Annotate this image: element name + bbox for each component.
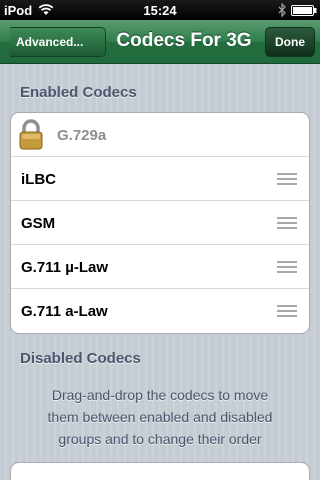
status-bar: iPod 15:24 — [0, 0, 320, 20]
status-time: 15:24 — [143, 3, 177, 18]
help-line: groups and to change their order — [58, 431, 262, 447]
codec-row-g729a: G.729a — [11, 113, 309, 157]
back-button[interactable]: Advanced... — [10, 27, 106, 57]
codec-row-g711-mulaw[interactable]: G.711 µ-Law — [11, 245, 309, 289]
codec-label: G.711 a-Law — [21, 303, 108, 320]
lock-icon — [19, 119, 43, 150]
page-title: Codecs For 3G — [116, 30, 252, 51]
help-text: Drag-and-drop the codecs to move them be… — [14, 384, 306, 450]
reorder-handle-icon[interactable] — [277, 305, 297, 318]
enabled-codecs-header: Enabled Codecs — [20, 84, 137, 101]
reorder-handle-icon[interactable] — [277, 217, 297, 230]
enabled-codecs-list: G.729a iLBC GSM G.711 µ-Law G.711 a-Law — [10, 112, 310, 334]
help-line: them between enabled and disabled — [47, 409, 273, 425]
codec-label: G.711 µ-Law — [21, 259, 109, 276]
codec-label: iLBC — [21, 171, 56, 188]
codec-row-gsm[interactable]: GSM — [11, 201, 309, 245]
disabled-codecs-header: Disabled Codecs — [20, 350, 141, 367]
reorder-handle-icon[interactable] — [277, 261, 297, 274]
reorder-handle-icon[interactable] — [277, 173, 297, 186]
codec-label: GSM — [21, 215, 56, 232]
battery-icon — [291, 5, 317, 16]
disabled-codecs-list[interactable] — [10, 462, 310, 480]
codec-label: G.729a — [57, 127, 107, 144]
codec-row-g711-alaw[interactable]: G.711 a-Law — [11, 289, 309, 333]
bluetooth-icon — [278, 3, 286, 17]
back-button-label: Advanced... — [16, 35, 84, 49]
help-line: Drag-and-drop the codecs to move — [51, 387, 269, 403]
nav-bar: Advanced... Codecs For 3G Done — [0, 20, 320, 64]
codec-row-ilbc[interactable]: iLBC — [11, 157, 309, 201]
done-button[interactable]: Done — [265, 27, 315, 57]
